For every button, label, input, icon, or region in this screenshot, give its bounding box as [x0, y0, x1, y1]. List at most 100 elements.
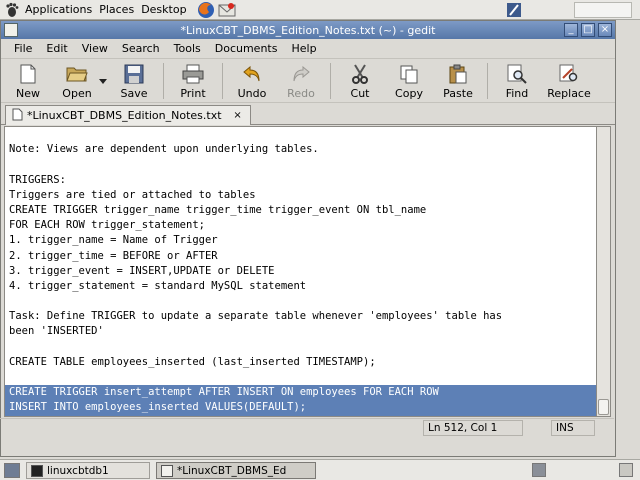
find-button[interactable]: Find: [494, 61, 540, 100]
taskbar-item-label: *LinuxCBT_DBMS_Ed: [177, 464, 287, 477]
redo-arrow-icon: [290, 63, 312, 85]
menu-file[interactable]: File: [7, 42, 39, 55]
editor-line[interactable]: FOR EACH ROW trigger_statement;: [5, 218, 596, 233]
save-floppy-icon: [123, 63, 145, 85]
new-button[interactable]: New: [5, 61, 51, 100]
menu-documents[interactable]: Documents: [208, 42, 285, 55]
undo-label: Undo: [237, 87, 267, 100]
editor-line[interactable]: 2. trigger_time = BEFORE or AFTER: [5, 249, 596, 264]
find-replace-icon: [558, 63, 580, 85]
print-button[interactable]: Print: [170, 61, 216, 100]
statusbar: Ln 512, Col 1 INS: [0, 418, 614, 436]
firefox-launcher-icon[interactable]: [197, 1, 215, 19]
print-label: Print: [180, 87, 206, 100]
places-menu[interactable]: Places: [99, 3, 141, 16]
open-recent-dropdown[interactable]: [97, 61, 109, 101]
copy-button[interactable]: Copy: [386, 61, 432, 100]
editor-line[interactable]: [5, 370, 596, 385]
replace-label: Replace: [547, 87, 591, 100]
editor-line[interactable]: 1. trigger_name = Name of Trigger: [5, 233, 596, 248]
text-file-icon: [161, 464, 173, 477]
printer-icon: [182, 63, 204, 85]
scissors-icon: [349, 63, 371, 85]
editor-line[interactable]: [5, 294, 596, 309]
editor-line[interactable]: CREATE TABLE employees_inserted (last_in…: [5, 355, 596, 370]
show-desktop-icon[interactable]: [4, 463, 20, 478]
document-tab-label: *LinuxCBT_DBMS_Edition_Notes.txt: [27, 109, 222, 122]
scrollbar-thumb[interactable]: [598, 399, 609, 415]
clipboard-icon: [447, 63, 469, 85]
editor-line[interactable]: 3. trigger_event = INSERT,UPDATE or DELE…: [5, 264, 596, 279]
window-titlebar[interactable]: *LinuxCBT_DBMS_Edition_Notes.txt (~) - g…: [1, 21, 615, 39]
toolbar-separator: [330, 63, 331, 99]
menubar: File Edit View Search Tools Documents He…: [1, 39, 615, 59]
menu-edit[interactable]: Edit: [39, 42, 74, 55]
undo-button[interactable]: Undo: [229, 61, 275, 100]
taskbar-item-label: linuxcbtdb1: [47, 464, 109, 477]
taskbar-item-gedit[interactable]: *LinuxCBT_DBMS_Ed: [156, 462, 316, 479]
paste-label: Paste: [443, 87, 473, 100]
cut-label: Cut: [350, 87, 370, 100]
editor-line[interactable]: [5, 340, 596, 355]
network-icon[interactable]: [506, 2, 522, 18]
close-button[interactable]: ×: [598, 23, 612, 37]
editor-line[interactable]: [5, 157, 596, 172]
gnome-foot-icon[interactable]: [3, 2, 21, 18]
new-document-icon: [17, 63, 39, 85]
toolbar: New Open Save Print Undo Redo Cut Copy P…: [1, 59, 615, 103]
trash-icon[interactable]: [619, 463, 633, 477]
text-file-icon: [12, 108, 23, 124]
desktop-menu[interactable]: Desktop: [141, 3, 193, 16]
menu-help[interactable]: Help: [284, 42, 323, 55]
mail-launcher-icon[interactable]: [218, 1, 236, 19]
insert-mode: INS: [551, 420, 595, 436]
menu-view[interactable]: View: [75, 42, 115, 55]
editor-line[interactable]: TRIGGERS:: [5, 173, 596, 188]
menu-search[interactable]: Search: [115, 42, 167, 55]
vertical-scrollbar[interactable]: [597, 126, 611, 417]
editor-line[interactable]: Note: Views are dependent upon underlyin…: [5, 142, 596, 157]
panel-clock-area[interactable]: [574, 2, 632, 18]
copy-label: Copy: [395, 87, 423, 100]
toolbar-separator: [163, 63, 164, 99]
toolbar-separator: [222, 63, 223, 99]
new-label: New: [16, 87, 40, 100]
menu-tools[interactable]: Tools: [167, 42, 208, 55]
editor-line[interactable]: Triggers are tied or attached to tables: [5, 188, 596, 203]
redo-label: Redo: [287, 87, 315, 100]
document-tabs: *LinuxCBT_DBMS_Edition_Notes.txt ×: [1, 103, 615, 125]
top-panel: Applications Places Desktop: [0, 0, 640, 20]
editor-line[interactable]: 4. trigger_statement = standard MySQL st…: [5, 279, 596, 294]
cursor-position: Ln 512, Col 1: [423, 420, 523, 436]
editor-line[interactable]: CREATE TRIGGER insert_attempt AFTER INSE…: [5, 385, 596, 401]
save-label: Save: [120, 87, 148, 100]
open-folder-icon: [66, 63, 88, 85]
toolbar-separator: [487, 63, 488, 99]
redo-button[interactable]: Redo: [278, 61, 324, 100]
maximize-button[interactable]: □: [581, 23, 595, 37]
taskbar-item-terminal[interactable]: linuxcbtdb1: [26, 462, 150, 479]
replace-button[interactable]: Replace: [543, 61, 595, 100]
paste-button[interactable]: Paste: [435, 61, 481, 100]
editor-line[interactable]: INSERT INTO employees_inserted VALUES(DE…: [5, 400, 596, 416]
text-editor[interactable]: Note: Views are dependent upon underlyin…: [4, 126, 597, 417]
search-icon: [506, 63, 528, 85]
open-button[interactable]: Open: [54, 61, 100, 100]
editor-line[interactable]: CREATE TRIGGER trigger_name trigger_time…: [5, 203, 596, 218]
cut-button[interactable]: Cut: [337, 61, 383, 100]
editor-line[interactable]: been 'INSERTED': [5, 324, 596, 339]
find-label: Find: [505, 87, 529, 100]
window-menu-icon[interactable]: [4, 23, 18, 37]
editor-line[interactable]: [5, 127, 596, 142]
open-label: Open: [62, 87, 92, 100]
applications-menu[interactable]: Applications: [25, 3, 99, 16]
editor-line[interactable]: Task: Define TRIGGER to update a separat…: [5, 309, 596, 324]
undo-arrow-icon: [241, 63, 263, 85]
save-button[interactable]: Save: [111, 61, 157, 100]
document-tab[interactable]: *LinuxCBT_DBMS_Edition_Notes.txt ×: [5, 105, 251, 125]
minimize-button[interactable]: _: [564, 23, 578, 37]
terminal-icon: [31, 464, 43, 477]
workspace-switcher-icon[interactable]: [532, 463, 546, 477]
tab-close-icon[interactable]: ×: [232, 110, 244, 122]
bottom-panel: linuxcbtdb1 *LinuxCBT_DBMS_Ed: [0, 459, 640, 480]
